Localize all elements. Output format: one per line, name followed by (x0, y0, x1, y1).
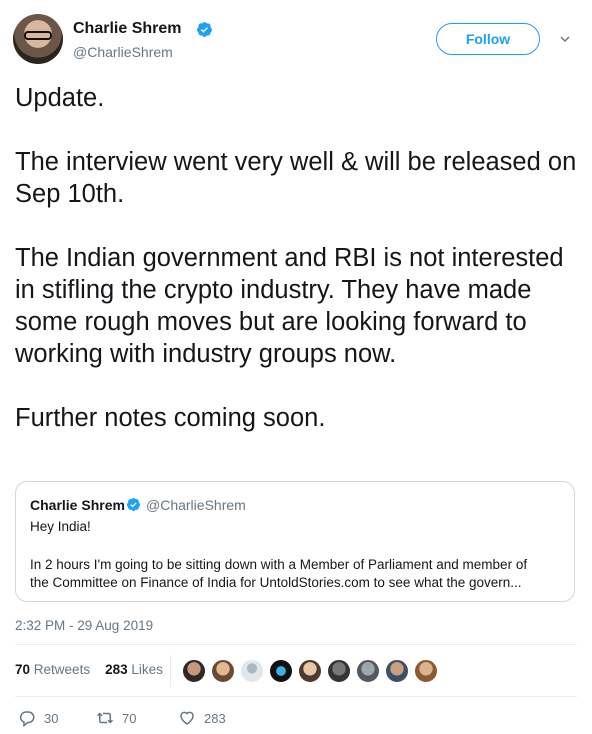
author-avatar[interactable] (13, 14, 63, 64)
verified-badge-icon (197, 22, 212, 37)
like-count: 283 (204, 710, 226, 726)
quoted-text-line: In 2 hours I'm going to be sitting down … (30, 557, 528, 572)
tweet-text: Update. The interview went very well & w… (15, 82, 580, 434)
retweets-label: Retweets (33, 662, 91, 677)
quoted-tweet[interactable]: Charlie Shrem @CharlieShrem Hey India! I… (15, 481, 575, 602)
retweets-count: 70 (15, 662, 31, 677)
quoted-text-line: Hey India! (30, 519, 91, 534)
liker-avatar[interactable] (182, 659, 206, 683)
tweet-paragraph: Update. (15, 84, 105, 112)
heart-icon (180, 711, 194, 725)
liker-avatar[interactable] (211, 659, 235, 683)
divider (15, 696, 577, 697)
engagement-stats: 70 Retweets 283 Likes (15, 662, 163, 677)
retweet-button[interactable]: 70 (96, 709, 136, 727)
retweet-icon (96, 712, 114, 724)
retweet-count: 70 (122, 710, 137, 726)
reply-button[interactable]: 30 (18, 709, 58, 727)
like-button[interactable]: 283 (178, 709, 226, 727)
liker-avatar[interactable] (269, 659, 293, 683)
author-handle[interactable]: @CharlieShrem (73, 44, 173, 60)
likes-label: Likes (131, 662, 163, 677)
tweet-paragraph: Further notes coming soon. (15, 404, 326, 432)
retweets-stat[interactable]: 70 Retweets (15, 662, 90, 677)
liker-avatar[interactable] (385, 659, 409, 683)
author-name[interactable]: Charlie Shrem (73, 20, 181, 38)
quoted-author-name: Charlie Shrem (30, 497, 125, 513)
tweet-paragraph: The Indian government and RBI is not int… (15, 244, 564, 368)
divider (170, 655, 171, 687)
chevron-down-icon[interactable] (560, 34, 570, 44)
likes-stat[interactable]: 283 Likes (105, 662, 163, 677)
likes-count: 283 (105, 662, 128, 677)
liker-avatar[interactable] (298, 659, 322, 683)
verified-badge-icon (126, 497, 141, 512)
tweet-timestamp[interactable]: 2:32 PM - 29 Aug 2019 (15, 618, 153, 633)
divider (15, 644, 577, 645)
quoted-text-line: the Committee on Finance of India for Un… (30, 575, 522, 590)
reply-count: 30 (44, 710, 59, 726)
liker-avatar[interactable] (327, 659, 351, 683)
quoted-author-handle: @CharlieShrem (146, 497, 246, 513)
liker-avatar[interactable] (240, 659, 264, 683)
liker-avatar[interactable] (414, 659, 438, 683)
reply-icon (19, 711, 35, 727)
liker-avatar[interactable] (356, 659, 380, 683)
follow-button[interactable]: Follow (436, 23, 540, 55)
tweet-paragraph: The interview went very well & will be r… (15, 148, 577, 208)
